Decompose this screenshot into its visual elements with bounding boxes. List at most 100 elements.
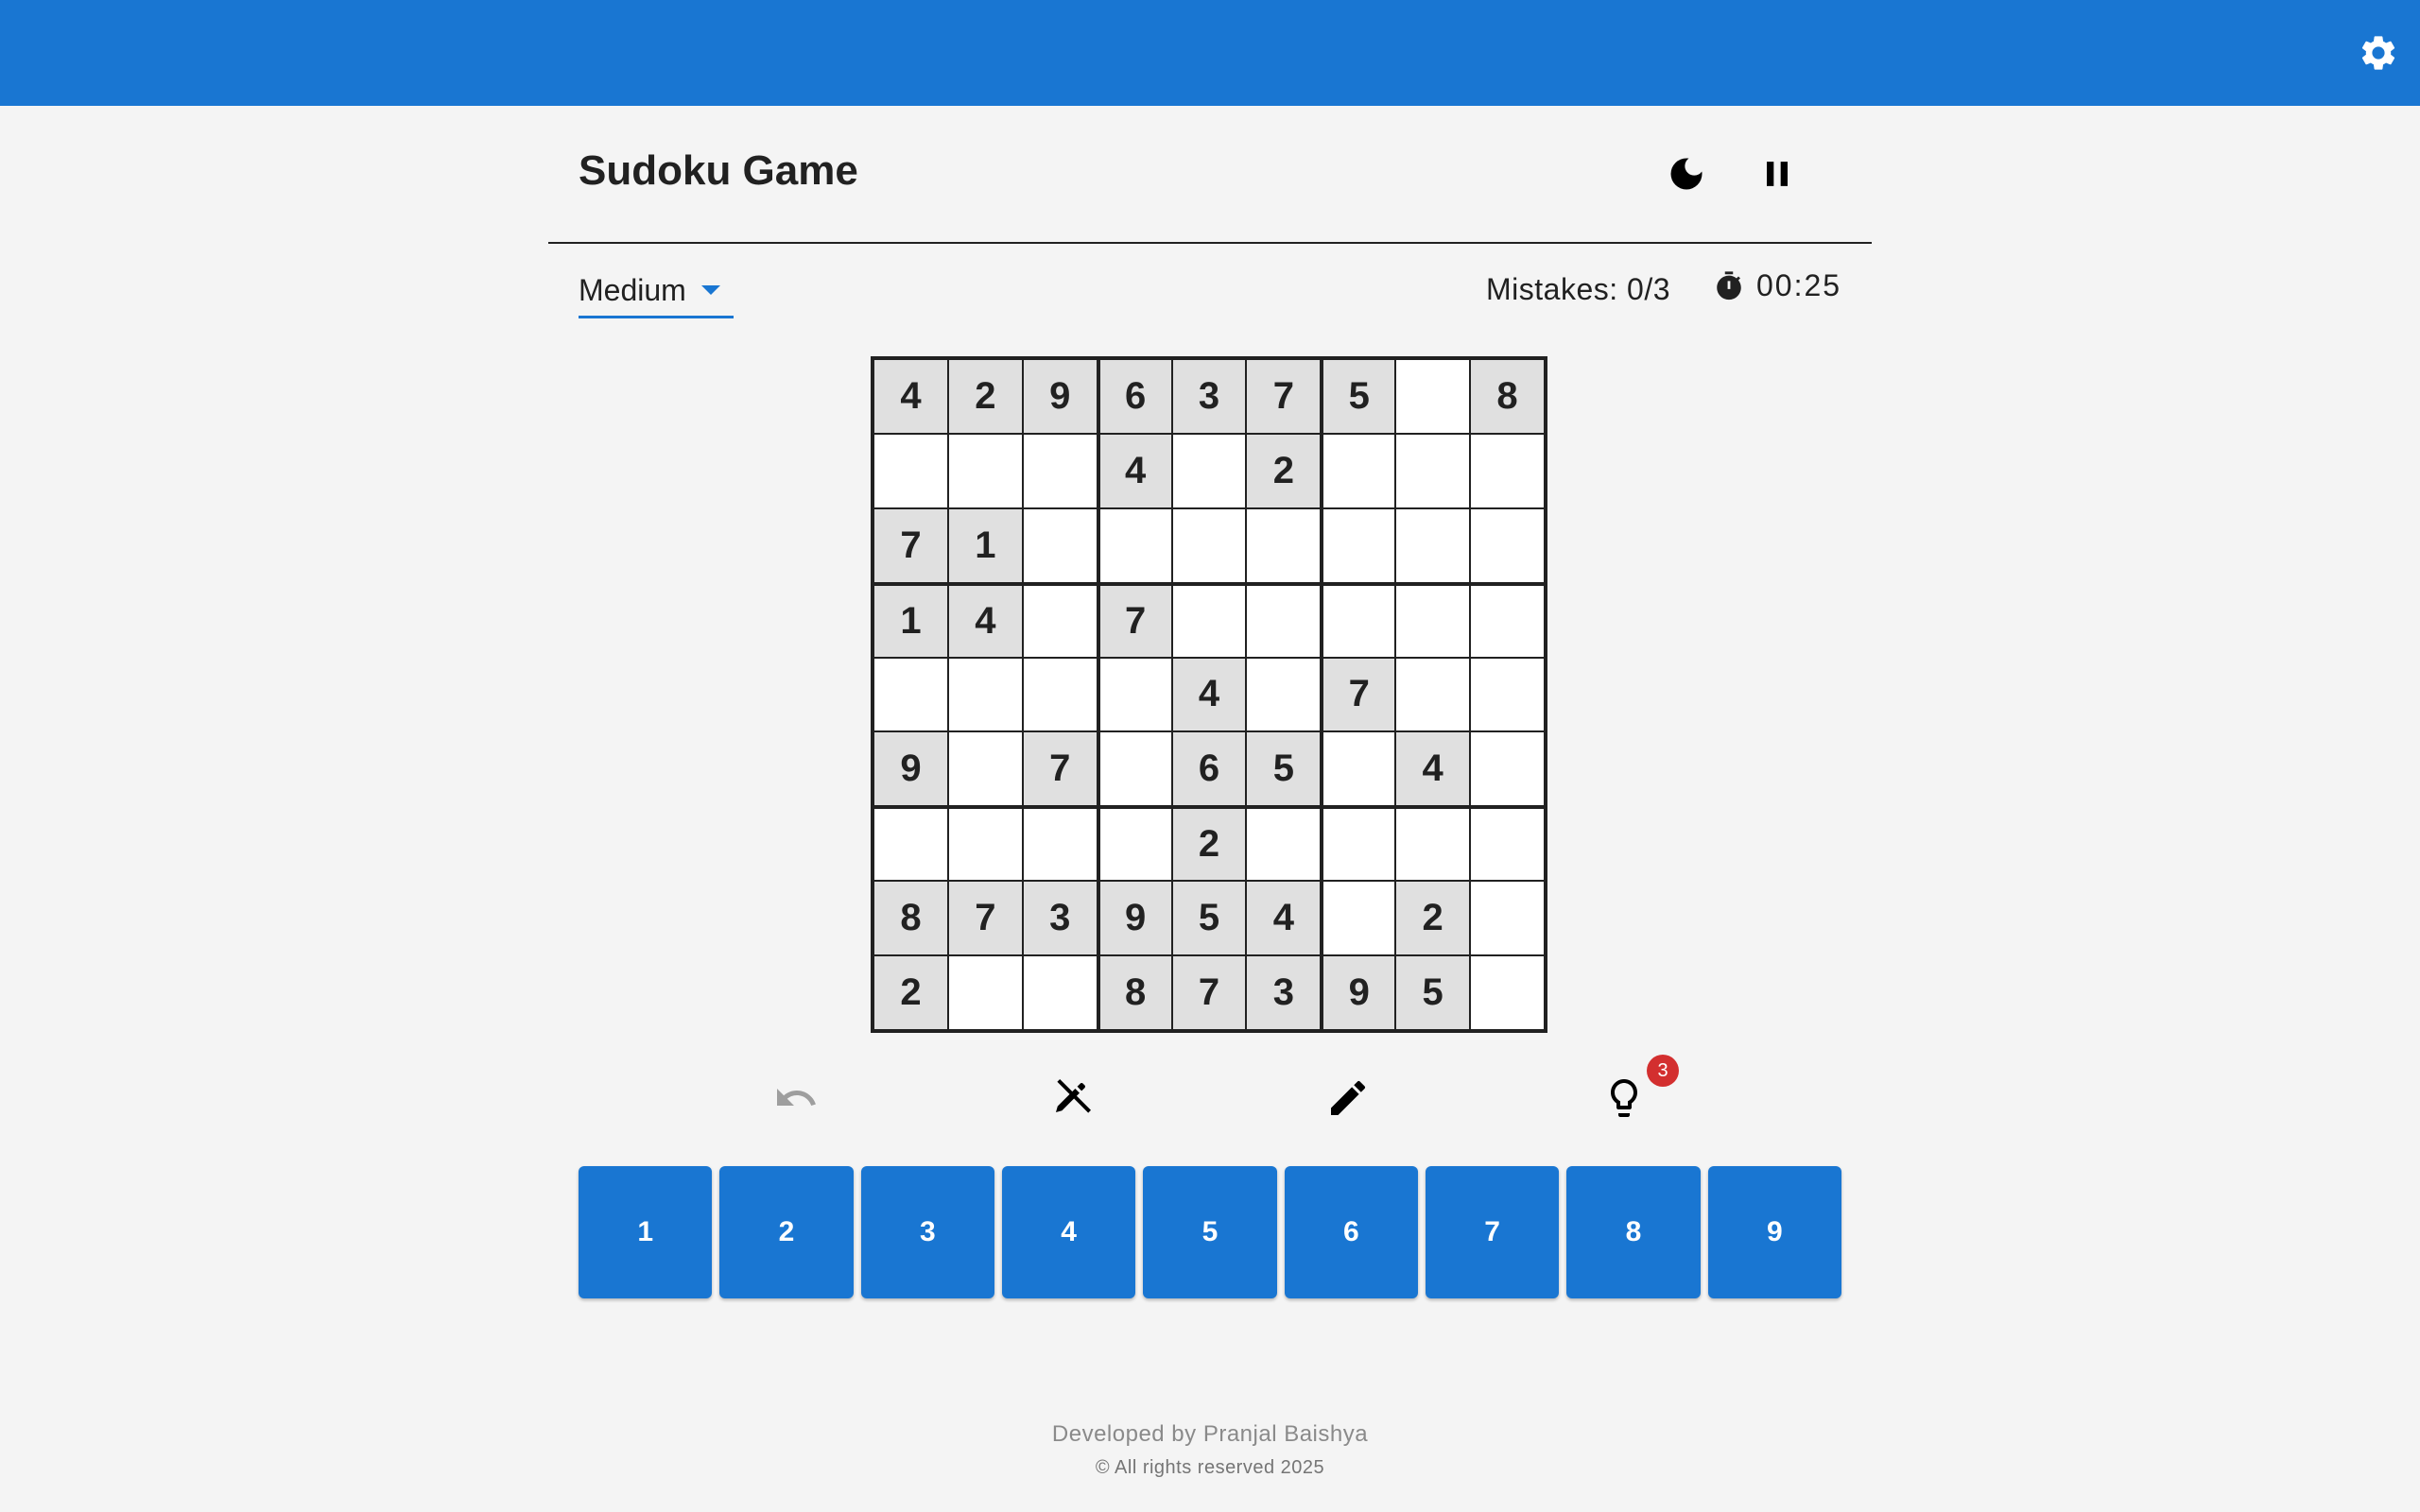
board-cell[interactable]: 2 (1246, 433, 1322, 508)
board-cell[interactable] (1395, 507, 1471, 583)
number-button-6[interactable]: 6 (1284, 1166, 1418, 1298)
board-cell[interactable]: 3 (1246, 955, 1322, 1030)
board-cell[interactable] (1470, 657, 1545, 732)
board-cell[interactable] (1470, 955, 1545, 1030)
number-button-1[interactable]: 1 (579, 1166, 713, 1298)
board-cell[interactable]: 5 (1321, 359, 1396, 434)
settings-button[interactable] (2352, 26, 2405, 79)
board-cell[interactable]: 1 (873, 582, 948, 658)
board-cell[interactable]: 2 (947, 359, 1023, 434)
board-cell[interactable]: 8 (1470, 359, 1545, 434)
board-cell[interactable] (1022, 955, 1098, 1030)
board-cell[interactable]: 7 (947, 881, 1023, 956)
board-cell[interactable] (1022, 657, 1098, 732)
board-cell[interactable] (1097, 731, 1172, 807)
board-cell[interactable] (1022, 507, 1098, 583)
number-button-3[interactable]: 3 (860, 1166, 994, 1298)
board-cell[interactable]: 4 (1097, 433, 1172, 508)
undo-button[interactable] (758, 1060, 834, 1136)
board-cell[interactable] (1395, 433, 1471, 508)
board-cell[interactable] (873, 657, 948, 732)
board-cell[interactable] (947, 657, 1023, 732)
board-cell[interactable]: 8 (1097, 955, 1172, 1030)
board-cell[interactable] (947, 731, 1023, 807)
board-cell[interactable] (873, 433, 948, 508)
board-cell[interactable]: 2 (1171, 806, 1247, 882)
board-cell[interactable] (1470, 806, 1545, 882)
number-button-9[interactable]: 9 (1707, 1166, 1841, 1298)
board-cell[interactable] (1246, 582, 1322, 658)
board-cell[interactable] (1097, 507, 1172, 583)
board-cell[interactable]: 5 (1395, 955, 1471, 1030)
board-cell[interactable]: 7 (1246, 359, 1322, 434)
board-cell[interactable] (1171, 507, 1247, 583)
board-cell[interactable]: 2 (1395, 881, 1471, 956)
erase-button[interactable] (1034, 1060, 1110, 1136)
board-cell[interactable] (1470, 881, 1545, 956)
board-cell[interactable]: 7 (1171, 955, 1247, 1030)
board-cell[interactable]: 7 (1097, 582, 1172, 658)
board-cell[interactable] (1321, 731, 1396, 807)
board-cell[interactable]: 1 (947, 507, 1023, 583)
notes-button[interactable] (1310, 1060, 1386, 1136)
board-cell[interactable] (1022, 582, 1098, 658)
board-cell[interactable] (1097, 657, 1172, 732)
board-cell[interactable]: 4 (1246, 881, 1322, 956)
board-cell[interactable] (1321, 582, 1396, 658)
board-cell[interactable]: 2 (873, 955, 948, 1030)
board-cell[interactable]: 3 (1171, 359, 1247, 434)
number-button-2[interactable]: 2 (719, 1166, 854, 1298)
number-button-5[interactable]: 5 (1143, 1166, 1277, 1298)
board-cell[interactable]: 9 (873, 731, 948, 807)
board-cell[interactable] (873, 806, 948, 882)
board-cell[interactable] (1022, 433, 1098, 508)
board-cell[interactable]: 6 (1171, 731, 1247, 807)
board-cell[interactable]: 3 (1022, 881, 1098, 956)
pause-button[interactable] (1747, 144, 1807, 204)
board-cell[interactable]: 9 (1321, 955, 1396, 1030)
board-cell[interactable] (1321, 806, 1396, 882)
board-cell[interactable]: 7 (1321, 657, 1396, 732)
board-cell[interactable] (1022, 806, 1098, 882)
board-cell[interactable]: 7 (1022, 731, 1098, 807)
board-cell[interactable]: 4 (1171, 657, 1247, 732)
mistakes-counter: Mistakes: 0/3 (1486, 272, 1671, 306)
board-cell[interactable] (947, 955, 1023, 1030)
board-cell[interactable] (1470, 507, 1545, 583)
board-cell[interactable]: 9 (1022, 359, 1098, 434)
board-cell[interactable] (1395, 806, 1471, 882)
board-cell[interactable] (1097, 806, 1172, 882)
board-cell[interactable] (1321, 433, 1396, 508)
erase-icon (1056, 1079, 1091, 1113)
board-cell[interactable] (1470, 731, 1545, 807)
board-cell[interactable] (1171, 582, 1247, 658)
board-cell[interactable]: 8 (873, 881, 948, 956)
board-cell[interactable] (1321, 507, 1396, 583)
board-cell[interactable]: 5 (1171, 881, 1247, 956)
board-cell[interactable] (1395, 582, 1471, 658)
number-button-4[interactable]: 4 (1001, 1166, 1136, 1298)
theme-toggle-button[interactable] (1656, 144, 1717, 204)
board-cell[interactable] (947, 806, 1023, 882)
board-cell[interactable]: 5 (1246, 731, 1322, 807)
board-cell[interactable]: 6 (1097, 359, 1172, 434)
board-cell[interactable] (1246, 657, 1322, 732)
board-cell[interactable]: 4 (873, 359, 948, 434)
board-cell[interactable]: 9 (1097, 881, 1172, 956)
board-cell[interactable]: 4 (1395, 731, 1471, 807)
number-button-8[interactable]: 8 (1566, 1166, 1701, 1298)
number-button-7[interactable]: 7 (1425, 1166, 1560, 1298)
difficulty-select[interactable]: Medium (579, 265, 734, 318)
board-cell[interactable] (1395, 657, 1471, 732)
board-cell[interactable] (1395, 359, 1471, 434)
chevron-down-icon (700, 285, 720, 295)
board-cell[interactable] (1246, 507, 1322, 583)
board-cell[interactable] (1321, 881, 1396, 956)
board-cell[interactable]: 4 (947, 582, 1023, 658)
board-cell[interactable] (1171, 433, 1247, 508)
board-cell[interactable] (1246, 806, 1322, 882)
board-cell[interactable]: 7 (873, 507, 948, 583)
board-cell[interactable] (947, 433, 1023, 508)
board-cell[interactable] (1470, 582, 1545, 658)
board-cell[interactable] (1470, 433, 1545, 508)
